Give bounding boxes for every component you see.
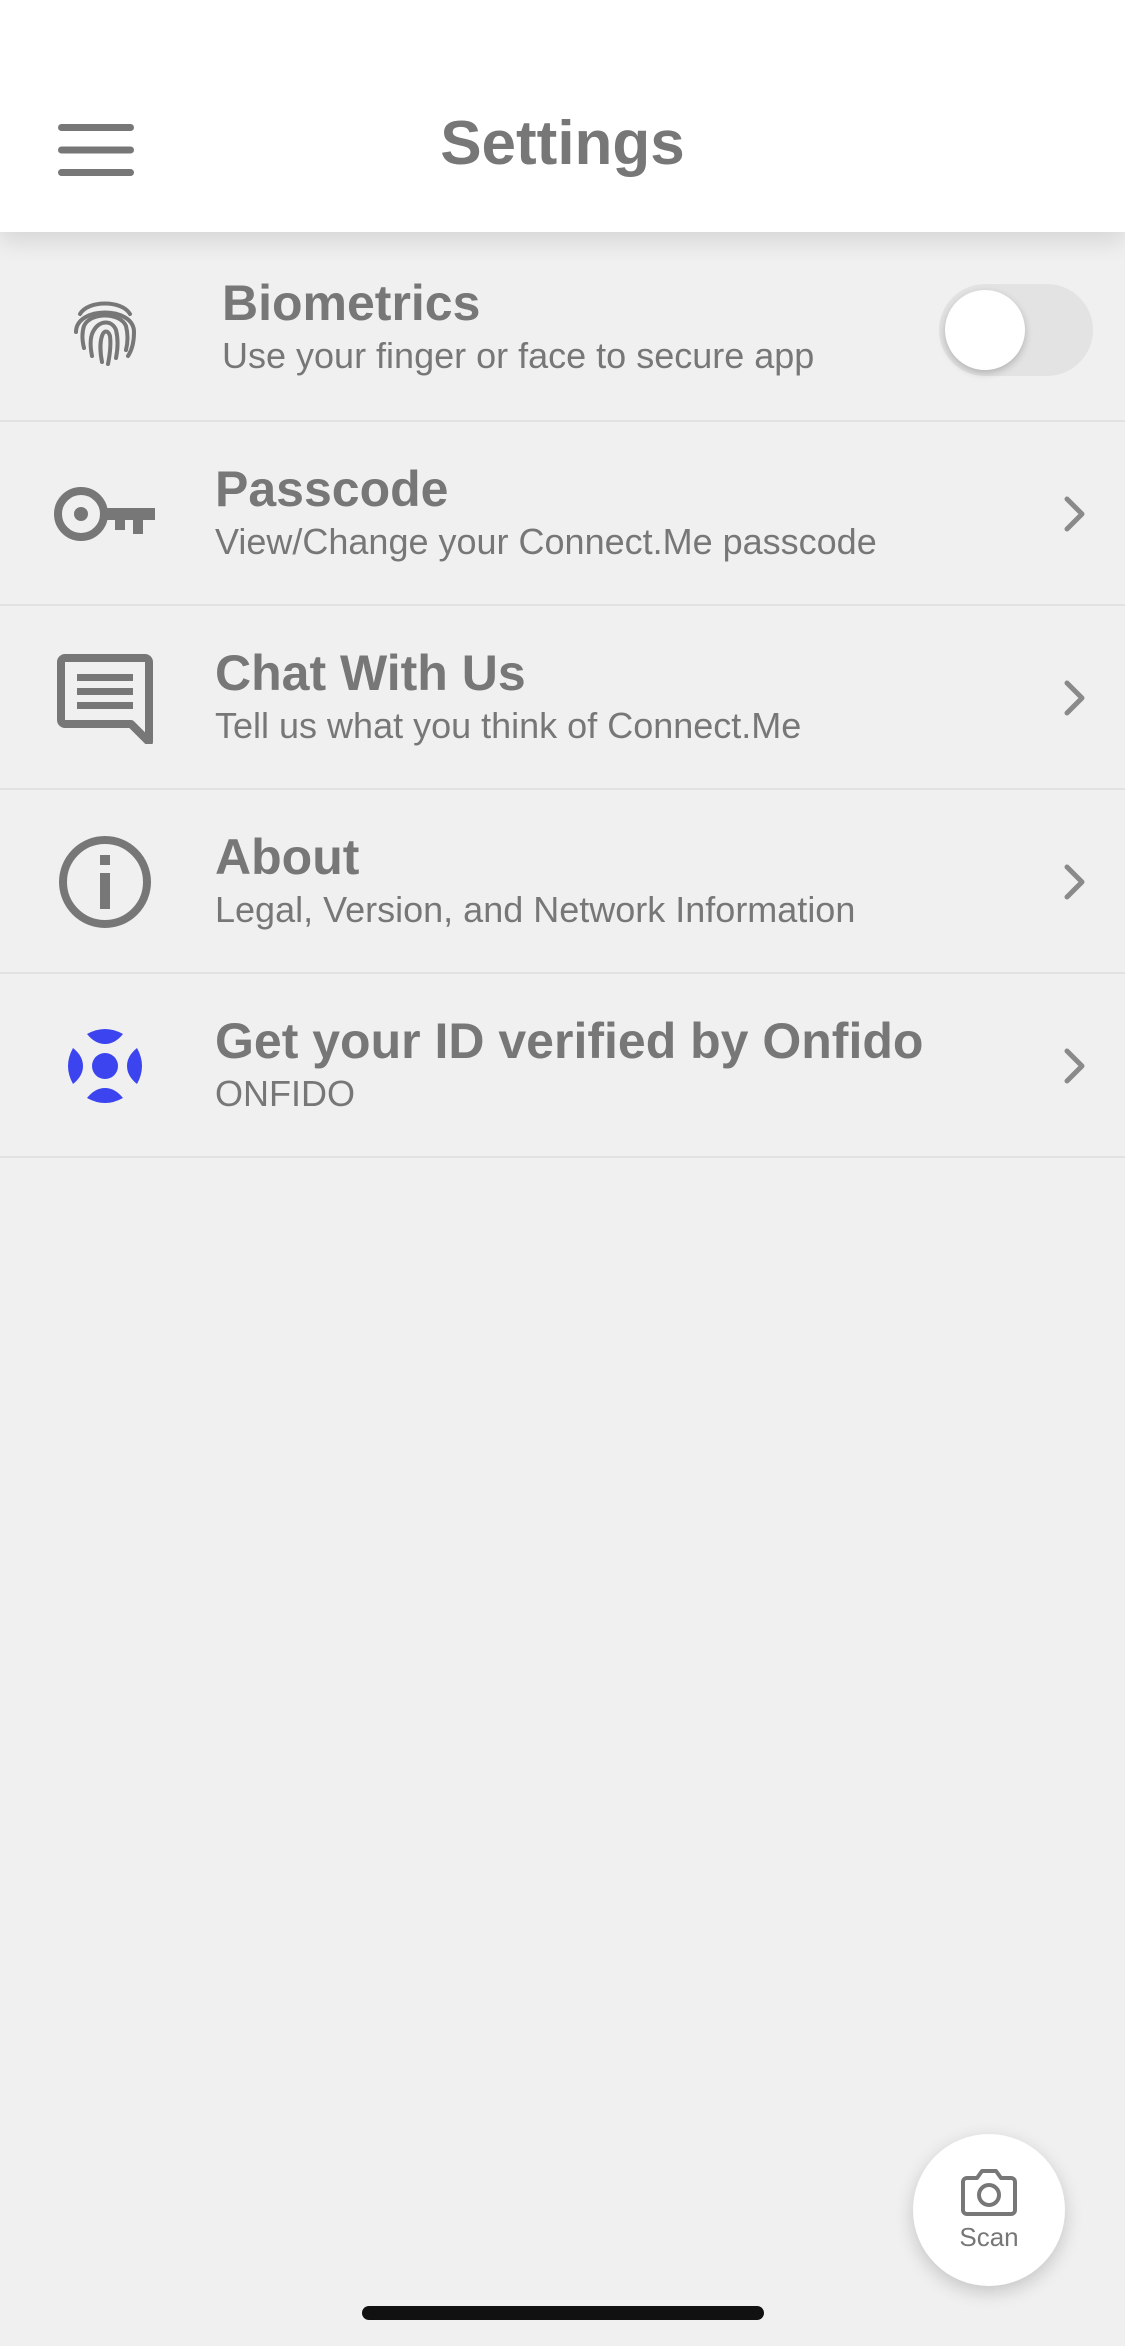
chevron-right-icon <box>1055 1044 1095 1088</box>
fingerprint-icon <box>40 280 170 380</box>
settings-row-about[interactable]: About Legal, Version, and Network Inform… <box>0 790 1125 974</box>
chat-title: Chat With Us <box>215 645 526 701</box>
settings-list: Biometrics Use your finger or face to se… <box>0 238 1125 1158</box>
passcode-title: Passcode <box>215 461 449 517</box>
settings-row-onfido[interactable]: Get your ID verified by Onfido ONFIDO <box>0 974 1125 1158</box>
biometrics-title: Biometrics <box>222 275 481 331</box>
settings-row-passcode[interactable]: Passcode View/Change your Connect.Me pas… <box>0 422 1125 606</box>
home-indicator[interactable] <box>362 2306 764 2320</box>
chevron-right-icon <box>1055 492 1095 536</box>
onfido-subtitle: ONFIDO <box>215 1073 355 1114</box>
onfido-title: Get your ID verified by Onfido <box>215 1013 924 1069</box>
chat-message-icon <box>40 648 170 748</box>
scan-button[interactable]: Scan <box>913 2134 1065 2286</box>
about-subtitle: Legal, Version, and Network Information <box>215 889 856 930</box>
chevron-right-icon <box>1055 860 1095 904</box>
settings-row-biometrics: Biometrics Use your finger or face to se… <box>0 238 1125 422</box>
info-icon <box>40 832 170 932</box>
chat-subtitle: Tell us what you think of Connect.Me <box>215 705 802 746</box>
biometrics-subtitle: Use your finger or face to secure app <box>222 335 815 376</box>
passcode-subtitle: View/Change your Connect.Me passcode <box>215 521 877 562</box>
top-bar: Settings <box>0 0 1125 232</box>
toggle-knob <box>945 290 1025 370</box>
key-icon <box>40 464 170 564</box>
biometrics-toggle[interactable] <box>939 284 1093 376</box>
page-title: Settings <box>440 109 685 178</box>
camera-icon <box>961 2168 1017 2216</box>
about-title: About <box>215 829 360 885</box>
scan-label: Scan <box>959 2221 1019 2252</box>
chevron-right-icon <box>1055 676 1095 720</box>
settings-row-chat[interactable]: Chat With Us Tell us what you think of C… <box>0 606 1125 790</box>
onfido-logo-icon <box>40 1016 170 1116</box>
